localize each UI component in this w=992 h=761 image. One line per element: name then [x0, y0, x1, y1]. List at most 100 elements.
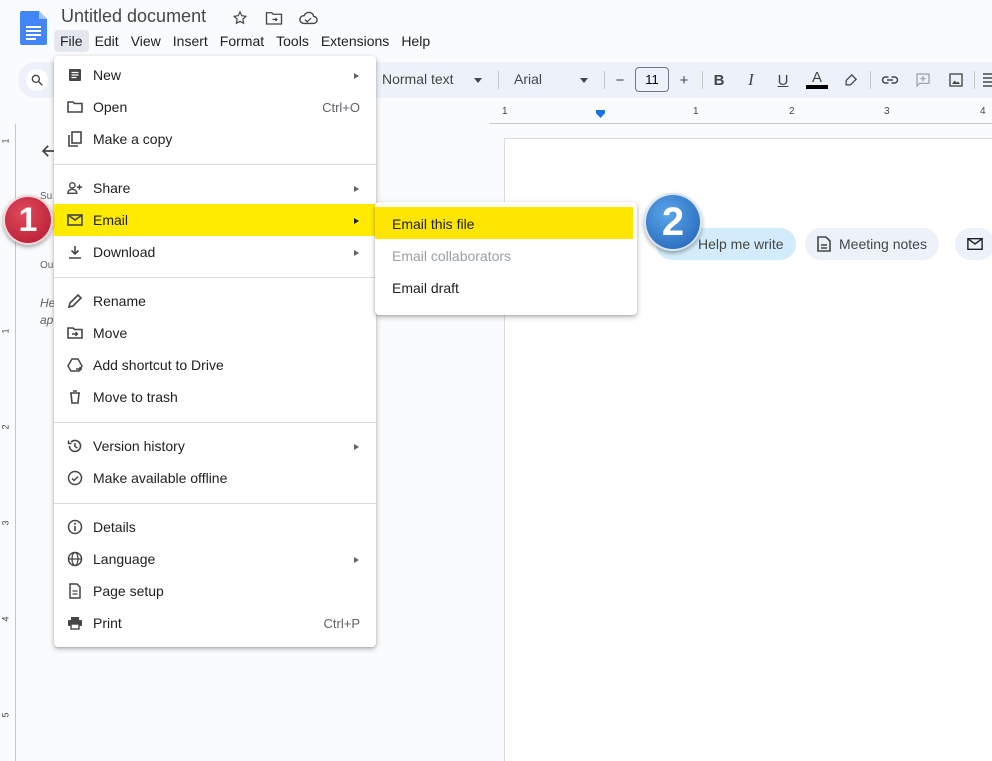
ruler-tick-label: 3	[0, 520, 11, 526]
person-add-icon	[67, 180, 83, 196]
email-draft-chip[interactable]	[955, 228, 992, 260]
shortcut-label: Ctrl+P	[323, 616, 360, 631]
menu-item-add-shortcut-to-drive[interactable]: Add shortcut to Drive	[54, 349, 376, 381]
offline-icon	[67, 470, 83, 486]
menu-divider	[54, 422, 376, 423]
ruler-tick-label: 5	[0, 712, 11, 718]
download-icon	[67, 244, 83, 260]
menu-divider	[54, 277, 376, 278]
link-icon[interactable]	[879, 69, 901, 91]
submenu-item-email-collaborators: Email collaborators	[392, 248, 512, 264]
menu-item-version-history[interactable]: Version history	[54, 430, 376, 462]
ruler-tick-label: 2	[0, 424, 11, 430]
ruler-tick-label: 3	[884, 106, 890, 117]
menubar: File Edit View Insert Format Tools Exten…	[54, 30, 436, 52]
mail-send-icon	[967, 237, 983, 251]
ruler-tick-label: 1	[0, 328, 11, 334]
docs-logo-icon[interactable]	[20, 11, 47, 45]
menu-item-rename[interactable]: Rename	[54, 285, 376, 317]
menu-item-email[interactable]: Email	[54, 204, 376, 236]
align-icon[interactable]	[978, 69, 992, 91]
ruler-tick-label: 1	[502, 106, 508, 117]
shortcut-label: Ctrl+O	[322, 100, 360, 115]
menu-divider	[54, 503, 376, 504]
folder-icon	[67, 99, 83, 115]
cloud-status-icon[interactable]	[298, 8, 318, 28]
submenu-item-email-this-file[interactable]: Email this file	[375, 207, 633, 239]
menu-format[interactable]: Format	[214, 30, 270, 52]
menu-item-download[interactable]: Download	[54, 236, 376, 268]
menu-insert[interactable]: Insert	[167, 30, 214, 52]
menu-file[interactable]: File	[54, 30, 89, 52]
menu-item-move[interactable]: Move	[54, 317, 376, 349]
menu-divider	[54, 164, 376, 165]
drive-shortcut-icon	[67, 357, 83, 373]
underline-button[interactable]: U	[772, 69, 794, 91]
increase-font-size-button[interactable]: +	[673, 69, 695, 91]
print-icon	[67, 615, 83, 631]
toolbar-divider	[498, 71, 499, 89]
menu-edit[interactable]: Edit	[89, 30, 125, 52]
add-comment-icon[interactable]	[912, 69, 934, 91]
outline-hint: ap	[40, 313, 54, 327]
menu-item-make-a-copy[interactable]: Make a copy	[54, 123, 376, 155]
text-color-icon: A	[811, 69, 822, 86]
menu-item-language[interactable]: Language	[54, 543, 376, 575]
chip-label: Meeting notes	[839, 236, 927, 252]
paragraph-style-select[interactable]: Normal text	[382, 71, 454, 87]
menu-item-page-setup[interactable]: Page setup	[54, 575, 376, 607]
menu-view[interactable]: View	[125, 30, 167, 52]
ruler-tick-label: 1	[0, 138, 11, 144]
submenu-arrow-icon	[354, 218, 359, 224]
menu-tools[interactable]: Tools	[270, 30, 315, 52]
bold-button[interactable]: B	[708, 69, 730, 91]
insert-image-icon[interactable]	[945, 69, 967, 91]
globe-icon	[67, 551, 83, 567]
submenu-arrow-icon	[354, 186, 359, 192]
mail-icon	[67, 212, 83, 228]
info-icon	[67, 519, 83, 535]
highlighter-icon[interactable]	[839, 69, 861, 91]
menu-extensions[interactable]: Extensions	[315, 30, 395, 52]
text-color-button[interactable]: A	[806, 69, 828, 91]
font-size-input[interactable]	[635, 67, 669, 92]
menu-item-make-available-offline[interactable]: Make available offline	[54, 462, 376, 494]
horizontal-ruler: 1 1 2 3 4	[490, 104, 992, 124]
italic-button[interactable]: I	[740, 69, 762, 91]
move-folder-icon[interactable]	[264, 8, 284, 28]
font-select[interactable]: Arial	[514, 71, 542, 87]
document-title[interactable]: Untitled document	[61, 6, 206, 27]
menu-item-share[interactable]: Share	[54, 172, 376, 204]
menu-help[interactable]: Help	[395, 30, 436, 52]
submenu-arrow-icon	[354, 444, 359, 450]
ruler-tick-label: 4	[0, 616, 11, 622]
submenu-item-email-draft[interactable]: Email draft	[375, 271, 637, 303]
step-1-badge: 1	[3, 195, 53, 245]
search-menus-icon[interactable]	[26, 69, 48, 91]
document-icon	[817, 236, 831, 252]
ruler-tick-label: 4	[980, 106, 986, 117]
submenu-arrow-icon	[354, 250, 359, 256]
menu-item-print[interactable]: Print Ctrl+P	[54, 607, 376, 639]
doc-icon	[67, 67, 83, 83]
ruler-tick-label: 1	[693, 106, 699, 117]
menu-item-move-to-trash[interactable]: Move to trash	[54, 381, 376, 413]
decrease-font-size-button[interactable]: −	[609, 69, 631, 91]
file-menu: New Open Ctrl+O Make a copy Share Email …	[54, 56, 376, 647]
text-color-bar	[806, 85, 828, 89]
toolbar-divider	[604, 71, 605, 89]
submenu-arrow-icon	[354, 557, 359, 563]
menu-item-open[interactable]: Open Ctrl+O	[54, 91, 376, 123]
toolbar-divider	[974, 71, 975, 89]
chip-label: Help me write	[698, 236, 784, 252]
style-chevron-down-icon	[474, 78, 482, 83]
toolbar-divider	[702, 71, 703, 89]
ruler-tick-label: 2	[789, 106, 795, 117]
trash-icon	[67, 389, 83, 405]
meeting-notes-chip[interactable]: Meeting notes	[805, 228, 939, 260]
menu-item-new[interactable]: New	[54, 59, 376, 91]
history-icon	[67, 438, 83, 454]
menu-item-details[interactable]: Details	[54, 511, 376, 543]
font-chevron-down-icon	[580, 78, 588, 83]
star-icon[interactable]	[230, 8, 250, 28]
